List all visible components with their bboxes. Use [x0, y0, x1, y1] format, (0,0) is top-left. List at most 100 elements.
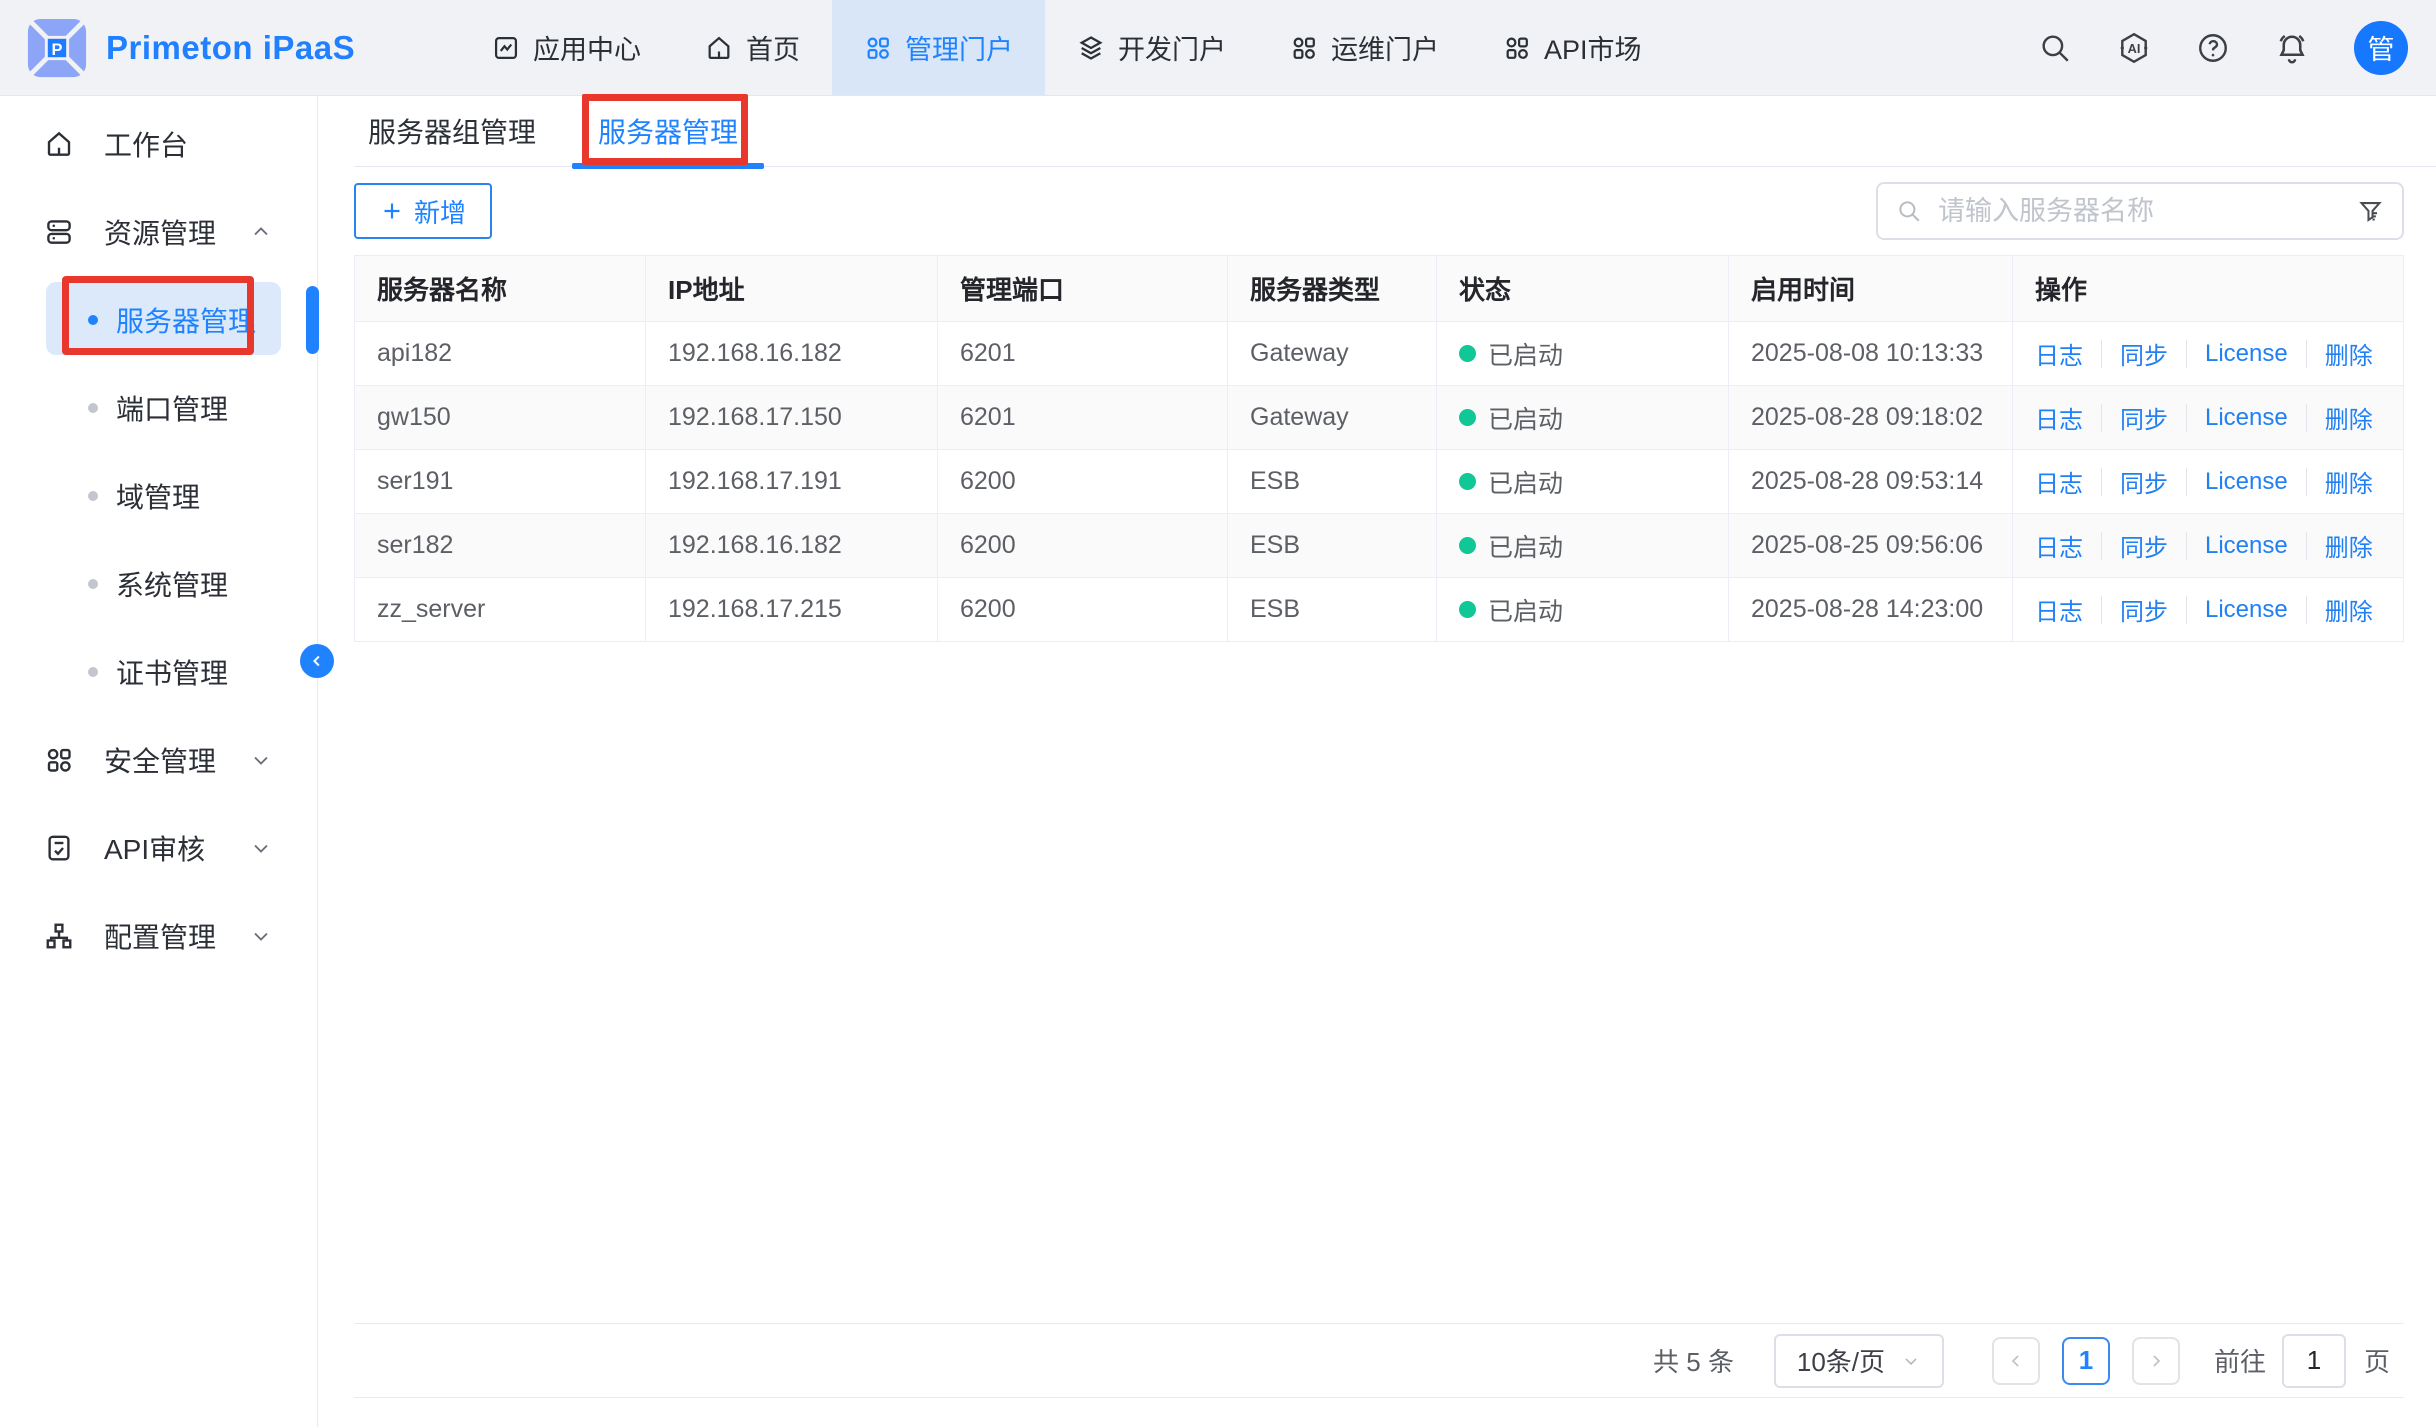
table-row[interactable]: ser191 192.168.17.191 6200 ESB 已启动 2025-…: [355, 450, 2403, 514]
table-row[interactable]: api182 192.168.16.182 6201 Gateway 已启动 2…: [355, 322, 2403, 386]
tab-server-group-management[interactable]: 服务器组管理: [368, 96, 536, 166]
sidebar-item-api-audit[interactable]: API审核: [0, 804, 317, 892]
sidebar-item-system-management[interactable]: 系统管理: [0, 540, 317, 628]
action-license[interactable]: License: [2205, 596, 2288, 624]
sidebar-item-resource-management[interactable]: 资源管理: [0, 188, 317, 276]
page-number-button[interactable]: 1: [2062, 1337, 2110, 1385]
sidebar-item-label: 工作台: [104, 124, 188, 164]
action-license[interactable]: License: [2205, 468, 2288, 496]
column-header-ip: IP地址: [646, 256, 938, 321]
action-license[interactable]: License: [2205, 404, 2288, 432]
sidebar-item-label: 配置管理: [104, 916, 216, 956]
active-indicator-bar: [306, 286, 319, 354]
action-separator: [2306, 532, 2307, 560]
sidebar-item-server-management[interactable]: 服务器管理: [0, 276, 317, 364]
action-delete[interactable]: 删除: [2325, 464, 2373, 499]
cell-status: 已启动: [1437, 514, 1729, 577]
appstore-icon: [1503, 34, 1531, 62]
topbar-actions: AI 管: [2038, 0, 2436, 95]
help-icon[interactable]: [2196, 31, 2230, 65]
table-row[interactable]: gw150 192.168.17.150 6201 Gateway 已启动 20…: [355, 386, 2403, 450]
next-page-button[interactable]: [2132, 1337, 2180, 1385]
page-unit-label: 页: [2364, 1342, 2390, 1379]
page-size-select[interactable]: 10条/页: [1774, 1334, 1944, 1388]
status-text: 已启动: [1488, 336, 1563, 372]
sidebar-item-port-management[interactable]: 端口管理: [0, 364, 317, 452]
filter-funnel-icon[interactable]: [2357, 198, 2384, 225]
bullet-dot-icon: [88, 667, 98, 677]
column-header-name: 服务器名称: [355, 256, 646, 321]
column-header-status: 状态: [1437, 256, 1729, 321]
search-input[interactable]: [1936, 195, 2343, 228]
nav-app-center[interactable]: 应用中心: [460, 0, 673, 95]
search-icon[interactable]: [2038, 31, 2072, 65]
action-separator: [2186, 468, 2187, 496]
cell-port: 6200: [938, 514, 1228, 577]
action-sync[interactable]: 同步: [2120, 336, 2168, 371]
action-separator: [2101, 340, 2102, 368]
sidebar-item-label: 端口管理: [116, 388, 228, 428]
cell-ip: 192.168.16.182: [646, 514, 938, 577]
nav-dev-portal[interactable]: 开发门户: [1045, 0, 1258, 95]
user-avatar[interactable]: 管: [2354, 21, 2408, 75]
chevron-down-icon: [249, 924, 273, 948]
previous-page-button[interactable]: [1992, 1337, 2040, 1385]
nav-ops-portal[interactable]: 运维门户: [1258, 0, 1471, 95]
sidebar-item-domain-management[interactable]: 域管理: [0, 452, 317, 540]
action-separator: [2306, 340, 2307, 368]
nav-label: 运维门户: [1331, 28, 1439, 67]
action-sync[interactable]: 同步: [2120, 464, 2168, 499]
nav-management-portal[interactable]: 管理门户: [832, 0, 1045, 95]
action-license[interactable]: License: [2205, 532, 2288, 560]
action-sync[interactable]: 同步: [2120, 400, 2168, 435]
ai-assistant-icon[interactable]: AI: [2116, 30, 2152, 66]
notification-bell-icon[interactable]: [2274, 30, 2310, 66]
sidebar-item-config-management[interactable]: 配置管理: [0, 892, 317, 980]
action-delete[interactable]: 删除: [2325, 400, 2373, 435]
goto-page-input[interactable]: [2282, 1334, 2346, 1388]
tab-server-management[interactable]: 服务器管理: [598, 96, 738, 166]
sitemap-icon: [44, 921, 74, 951]
action-license[interactable]: License: [2205, 340, 2288, 368]
chevron-down-icon: [249, 748, 273, 772]
action-log[interactable]: 日志: [2035, 400, 2083, 435]
action-delete[interactable]: 删除: [2325, 336, 2373, 371]
table-row[interactable]: ser182 192.168.16.182 6200 ESB 已启动 2025-…: [355, 514, 2403, 578]
nav-home[interactable]: 首页: [673, 0, 832, 95]
status-text: 已启动: [1488, 400, 1563, 436]
cell-actions: 日志 同步 License 删除: [2013, 386, 2403, 449]
nav-api-market[interactable]: API市场: [1471, 0, 1674, 95]
document-check-icon: [44, 833, 74, 863]
action-delete[interactable]: 删除: [2325, 592, 2373, 627]
action-log[interactable]: 日志: [2035, 528, 2083, 563]
sidebar-collapse-button[interactable]: [300, 644, 334, 678]
status-text: 已启动: [1488, 528, 1563, 564]
action-log[interactable]: 日志: [2035, 336, 2083, 371]
status-text: 已启动: [1488, 464, 1563, 500]
table-row[interactable]: zz_server 192.168.17.215 6200 ESB 已启动 20…: [355, 578, 2403, 642]
add-server-button[interactable]: 新增: [354, 183, 492, 239]
sidebar-item-label: 证书管理: [116, 652, 228, 692]
server-icon: [44, 217, 74, 247]
sidebar-item-certificate-management[interactable]: 证书管理: [0, 628, 317, 716]
action-separator: [2306, 596, 2307, 624]
cell-actions: 日志 同步 License 删除: [2013, 450, 2403, 513]
action-delete[interactable]: 删除: [2325, 528, 2373, 563]
cell-actions: 日志 同步 License 删除: [2013, 322, 2403, 385]
table-header-row: 服务器名称 IP地址 管理端口 服务器类型 状态 启用时间 操作: [355, 256, 2403, 322]
cell-server-name: zz_server: [355, 578, 646, 641]
status-dot-icon: [1459, 409, 1476, 426]
svg-text:P: P: [52, 40, 63, 58]
cell-status: 已启动: [1437, 578, 1729, 641]
sidebar: 工作台 资源管理 服务器管理 端口管理: [0, 96, 318, 1427]
action-log[interactable]: 日志: [2035, 592, 2083, 627]
cell-port: 6201: [938, 322, 1228, 385]
brand-title: Primeton iPaaS: [106, 29, 355, 67]
action-sync[interactable]: 同步: [2120, 528, 2168, 563]
sidebar-item-security-management[interactable]: 安全管理: [0, 716, 317, 804]
action-log[interactable]: 日志: [2035, 464, 2083, 499]
chevron-down-icon: [1901, 1351, 1921, 1371]
action-sync[interactable]: 同步: [2120, 592, 2168, 627]
sidebar-item-workbench[interactable]: 工作台: [0, 100, 317, 188]
action-separator: [2186, 340, 2187, 368]
